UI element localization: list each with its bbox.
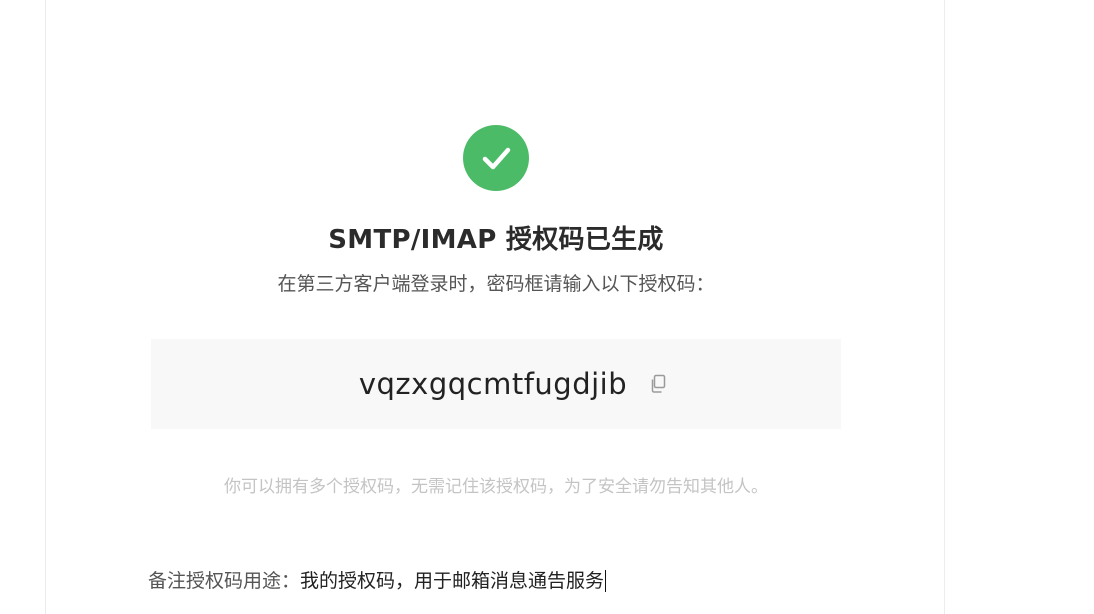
note-input-value: 我的授权码，用于邮箱消息通告服务 [300,570,605,592]
check-circle-icon [463,125,529,191]
text-caret [605,570,607,592]
note-row: 备注授权码用途： 我的授权码，用于邮箱消息通告服务 [148,566,607,596]
page: SMTP/IMAP 授权码已生成 在第三方客户端登录时，密码框请输入以下授权码：… [0,0,1094,614]
auth-code-box: vqzxgqcmtfugdjib [151,339,841,429]
note-label: 备注授权码用途： [148,570,301,592]
page-title: SMTP/IMAP 授权码已生成 [328,225,664,255]
instruction-text: 在第三方客户端登录时，密码框请输入以下授权码： [277,273,715,295]
note-input[interactable]: 我的授权码，用于邮箱消息通告服务 [300,566,607,596]
security-hint: 你可以拥有多个授权码，无需记住该授权码，为了安全请勿告知其他人。 [224,477,768,497]
copy-icon[interactable] [647,373,669,395]
auth-code-value[interactable]: vqzxgqcmtfugdjib [359,366,627,402]
auth-code-result-card [45,0,945,614]
